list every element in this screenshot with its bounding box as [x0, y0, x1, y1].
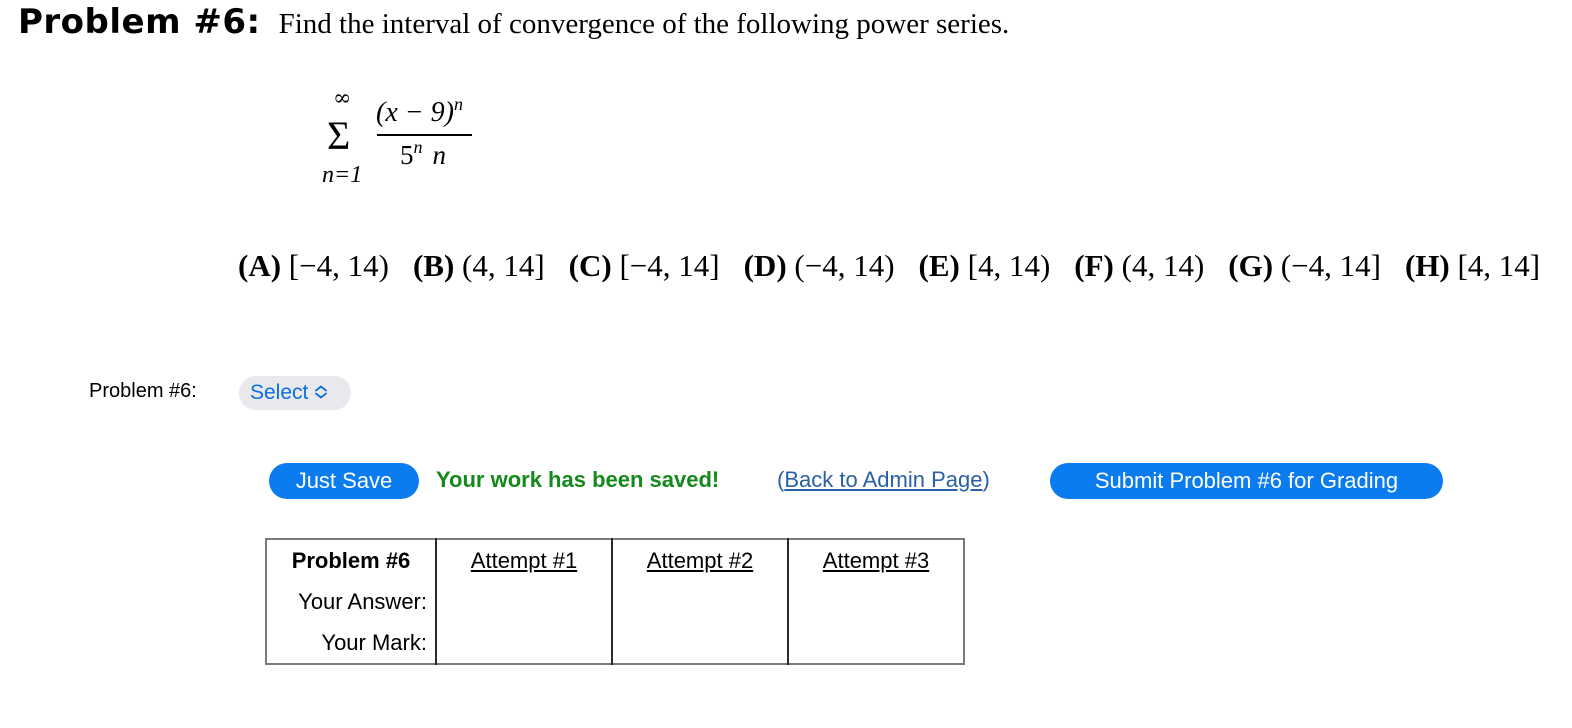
saved-message: Your work has been saved! — [436, 467, 720, 492]
choice-interval: (4, 14) — [1121, 248, 1205, 283]
choice-letter: (G) — [1228, 248, 1274, 283]
admin-link-text[interactable]: Back to Admin Page — [784, 467, 982, 492]
choice-d: (D) (−4, 14) — [744, 248, 895, 284]
fraction-numerator: (x − 9)n — [376, 94, 463, 129]
choice-interval: (−4, 14] — [1280, 248, 1381, 283]
attempt-1-answer — [435, 581, 612, 622]
denominator-exponent: n — [413, 137, 423, 157]
choice-letter: (E) — [918, 248, 960, 283]
fraction-denominator: 5n n — [400, 137, 447, 171]
choice-letter: (A) — [238, 248, 282, 283]
table-header-row: Problem #6 Attempt #1 Attempt #2 Attempt… — [266, 539, 964, 581]
attempt-3-answer — [787, 581, 964, 622]
sum-upper-limit: ∞ — [333, 86, 352, 111]
fraction-bar — [377, 134, 472, 136]
select-value: Select — [250, 381, 309, 404]
choice-c: (C) [−4, 14] — [569, 248, 720, 284]
table-header-problem: Problem #6 — [291, 547, 411, 573]
choice-e: (E) [4, 14) — [919, 248, 1051, 284]
problem-title: Problem #6: — [18, 2, 261, 42]
choice-interval: [−4, 14] — [619, 248, 720, 283]
denominator-tail: n — [432, 140, 447, 170]
admin-link-close-paren: ) — [982, 467, 990, 492]
attempt-2-answer — [611, 581, 788, 622]
just-save-button[interactable]: Just Save — [269, 463, 419, 499]
choice-letter: (H) — [1404, 248, 1450, 283]
submit-for-grading-button[interactable]: Submit Problem #6 for Grading — [1050, 463, 1443, 499]
back-to-admin-link[interactable]: (Back to Admin Page) — [777, 467, 990, 493]
choice-letter: (D) — [743, 248, 787, 283]
choice-interval: (4, 14] — [462, 248, 545, 283]
attempt-3-link[interactable]: Attempt #3 — [787, 539, 964, 581]
choice-interval: [4, 14) — [967, 248, 1051, 283]
choice-letter: (F) — [1074, 248, 1114, 283]
attempt-3-mark — [787, 622, 964, 664]
choice-a: (A) [−4, 14) — [238, 248, 389, 284]
sum-lower-limit: n=1 — [322, 162, 362, 189]
choice-letter: (C) — [568, 248, 612, 283]
answer-select[interactable]: Select — [239, 376, 351, 410]
choice-interval: (−4, 14) — [794, 248, 895, 283]
answer-label: Problem #6: — [89, 380, 197, 402]
attempts-table: Problem #6 Attempt #1 Attempt #2 Attempt… — [265, 538, 965, 665]
problem-instruction: Find the interval of convergence of the … — [278, 8, 1010, 40]
denominator-base: 5 — [400, 140, 414, 170]
choice-f: (F) (4, 14) — [1074, 248, 1204, 284]
choice-interval: [−4, 14) — [288, 248, 389, 283]
choice-letter: (B) — [412, 248, 455, 283]
choice-b: (B) (4, 14] — [413, 248, 545, 284]
your-answer-label: Your Answer: — [298, 588, 427, 614]
sigma-symbol: Σ — [327, 113, 351, 158]
choice-interval: [4, 14] — [1457, 248, 1541, 283]
numerator-exponent: n — [453, 94, 463, 114]
choice-h: (H) [4, 14] — [1405, 248, 1540, 284]
attempt-2-link[interactable]: Attempt #2 — [611, 539, 788, 581]
numerator-base: (x − 9) — [376, 97, 454, 128]
answer-choices: (A) [−4, 14) (B) (4, 14] (C) [−4, 14] (D) (… — [238, 248, 1540, 284]
attempt-1-mark — [435, 622, 612, 664]
table-row: Your Mark: — [266, 622, 964, 664]
attempt-1-link[interactable]: Attempt #1 — [435, 539, 612, 581]
problem-header: Problem #6: Find the interval of converge… — [18, 2, 1009, 42]
choice-g: (G) (−4, 14] — [1228, 248, 1381, 284]
table-row: Your Answer: — [266, 581, 964, 622]
sum-lower-text: n=1 — [322, 162, 363, 188]
up-down-chevron-icon — [315, 385, 328, 401]
your-mark-label: Your Mark: — [321, 629, 427, 655]
attempt-2-mark — [611, 622, 788, 664]
